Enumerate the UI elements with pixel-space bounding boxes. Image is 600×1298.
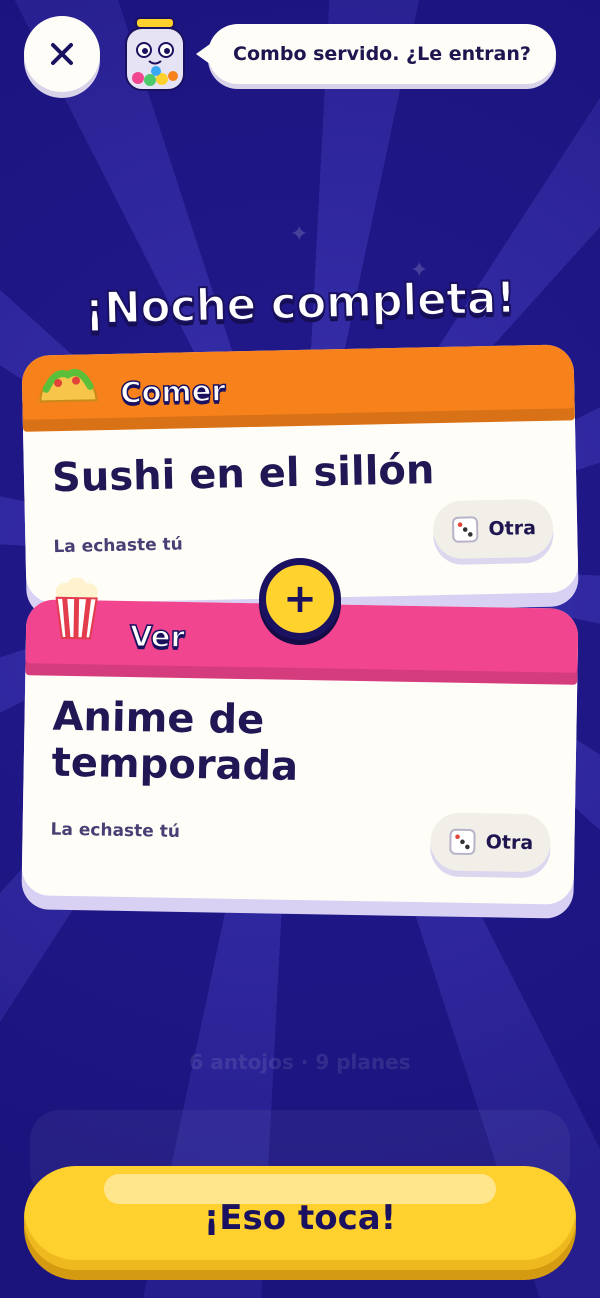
close-button[interactable] [24,16,100,92]
reroll-button[interactable]: Otra [432,498,554,560]
reroll-label: Otra [485,831,534,855]
reroll-button[interactable]: Otra [429,812,551,873]
pick-title-line: Anime de [52,693,265,744]
popcorn-icon [55,577,98,640]
reroll-label: Otra [488,517,537,541]
confirm-button[interactable]: ¡Eso toca! [24,1166,576,1270]
confirm-label: ¡Eso toca! [203,1198,397,1238]
pick-title-line: temporada [51,739,299,790]
speech-text: Combo servido. ¿Le entran? [233,43,531,65]
pick-title: Sushi en el sillón [51,447,435,502]
pick-title: Anime de temporada [51,694,299,790]
result-card-ver: Ver Anime de temporada La echaste tú Otr… [21,577,579,905]
source-label: La echaste tú [50,819,181,842]
close-icon [51,43,73,65]
source-label: La echaste tú [53,534,183,558]
category-label: Comer [119,373,227,411]
speech-bubble: Combo servido. ¿Le entran? [196,24,556,84]
background-stats: 6 antojos · 9 planes [189,1050,411,1074]
plus-icon: + [283,576,317,622]
card-header [21,344,575,432]
dice-icon [452,516,479,543]
taco-icon [39,368,98,403]
gumball-jar-icon [125,17,185,91]
dice-icon [449,828,476,855]
category-label: Ver [129,618,186,654]
sparkle-icon: ✦ [290,222,309,247]
combine-badge: + [259,558,341,640]
